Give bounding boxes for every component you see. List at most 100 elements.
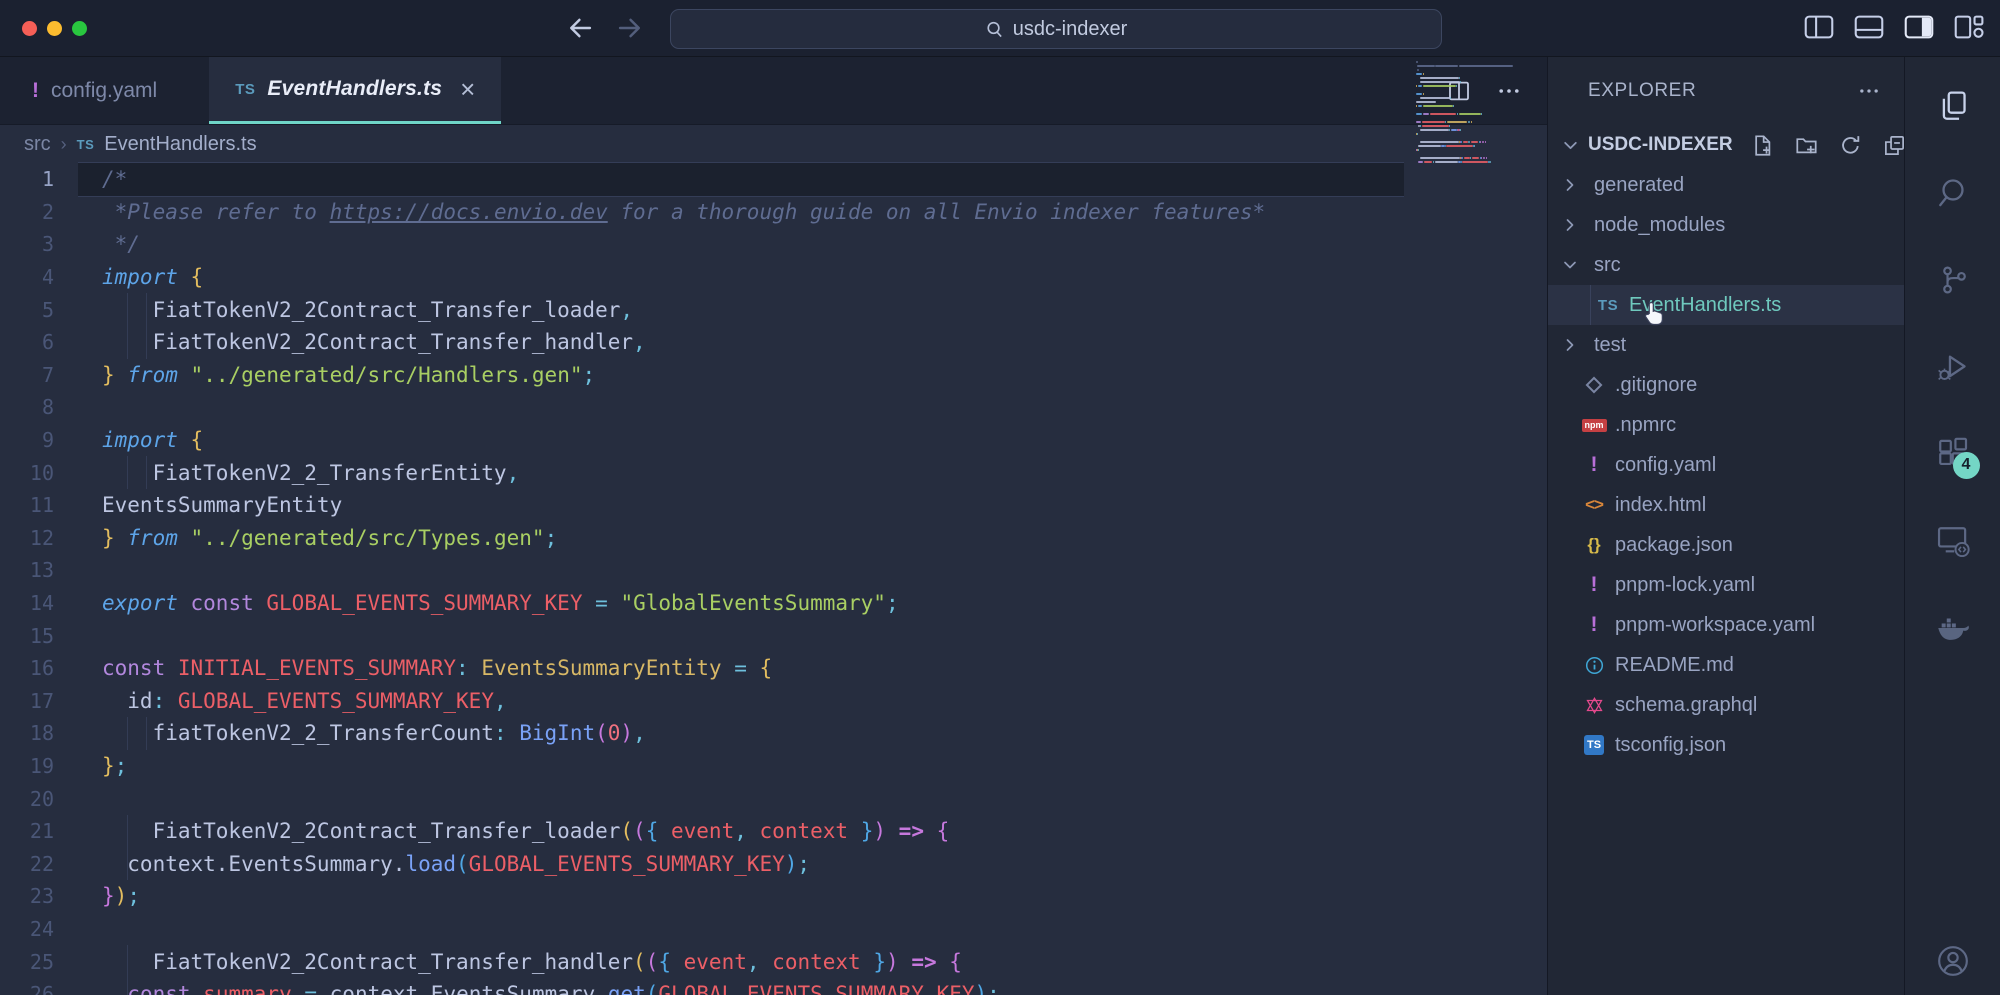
tree-item-src[interactable]: src [1548, 245, 1904, 285]
tree-item-schema.graphql[interactable]: schema.graphql [1548, 685, 1904, 725]
line-number[interactable]: 7 [0, 363, 78, 387]
line-text: FiatTokenV2_2Contract_Transfer_loader, [78, 293, 1404, 326]
search-icon [1936, 176, 1970, 210]
line-number[interactable]: 6 [0, 330, 78, 354]
code-line-3[interactable]: 3 */ [0, 228, 1547, 261]
tree-item-pnpm-workspace.yaml[interactable]: !pnpm-workspace.yaml [1548, 605, 1904, 645]
tree-item-.npmrc[interactable]: npm.npmrc [1548, 405, 1904, 445]
tree-item-pnpm-lock.yaml[interactable]: !pnpm-lock.yaml [1548, 565, 1904, 605]
line-number[interactable]: 1 [0, 167, 78, 191]
line-number[interactable]: 9 [0, 428, 78, 452]
new-file-button[interactable] [1751, 134, 1774, 157]
line-number[interactable]: 5 [0, 298, 78, 322]
code-line-13[interactable]: 13 [0, 554, 1547, 587]
activity-docker-button[interactable] [1905, 584, 2000, 671]
activity-search-button[interactable] [1905, 149, 2000, 236]
code-line-11[interactable]: 11EventsSummaryEntity [0, 489, 1547, 522]
activity-files-button[interactable] [1905, 62, 2000, 149]
code-line-23[interactable]: 23}); [0, 880, 1547, 913]
code-line-25[interactable]: 25 FiatTokenV2_2Contract_Transfer_handle… [0, 945, 1547, 978]
code-line-4[interactable]: 4import { [0, 261, 1547, 294]
code-line-19[interactable]: 19}; [0, 750, 1547, 783]
line-number[interactable]: 24 [0, 917, 78, 941]
toggle-panel-right-button[interactable] [1904, 14, 1934, 40]
line-number[interactable]: 14 [0, 591, 78, 615]
tree-item-index.html[interactable]: <>index.html [1548, 485, 1904, 525]
minimize-window-button[interactable] [47, 21, 62, 36]
line-number[interactable]: 18 [0, 721, 78, 745]
tree-item-config.yaml[interactable]: !config.yaml [1548, 445, 1904, 485]
code-line-18[interactable]: 18 fiatTokenV2_2_TransferCount: BigInt(0… [0, 717, 1547, 750]
line-number[interactable]: 2 [0, 200, 78, 224]
line-number[interactable]: 26 [0, 982, 78, 995]
line-number[interactable]: 15 [0, 624, 78, 648]
activity-run-debug-button[interactable] [1905, 323, 2000, 410]
activity-remote-explorer-button[interactable] [1905, 497, 2000, 584]
minimap[interactable] [1412, 59, 1522, 165]
code-line-5[interactable]: 5 FiatTokenV2_2Contract_Transfer_loader, [0, 293, 1547, 326]
line-number[interactable]: 25 [0, 950, 78, 974]
code-line-22[interactable]: 22 context.EventsSummary.load(GLOBAL_EVE… [0, 847, 1547, 880]
code-line-24[interactable]: 24 [0, 913, 1547, 946]
code-line-6[interactable]: 6 FiatTokenV2_2Contract_Transfer_handler… [0, 326, 1547, 359]
toggle-panel-bottom-button[interactable] [1854, 14, 1884, 40]
code-editor[interactable]: 1/*2 *Please refer to https://docs.envio… [0, 163, 1547, 995]
line-number[interactable]: 11 [0, 493, 78, 517]
tab-config.yaml[interactable]: !config.yaml [4, 57, 185, 124]
tree-item-tsconfig.json[interactable]: TStsconfig.json [1548, 725, 1904, 765]
code-line-14[interactable]: 14export const GLOBAL_EVENTS_SUMMARY_KEY… [0, 587, 1547, 620]
activity-extensions-button[interactable]: 4 [1905, 410, 2000, 497]
line-number[interactable]: 22 [0, 852, 78, 876]
activity-account-button[interactable] [1905, 917, 2000, 995]
breadcrumb-folder[interactable]: src [24, 133, 51, 156]
navigate-back-button[interactable] [566, 14, 594, 42]
refresh-button[interactable] [1839, 134, 1862, 157]
project-section-header[interactable]: USDC-INDEXER [1548, 125, 1904, 165]
tree-item-test[interactable]: test [1548, 325, 1904, 365]
code-line-7[interactable]: 7} from "../generated/src/Handlers.gen"; [0, 359, 1547, 392]
line-number[interactable]: 20 [0, 787, 78, 811]
line-number[interactable]: 13 [0, 558, 78, 582]
tree-item-node_modules[interactable]: node_modules [1548, 205, 1904, 245]
line-number[interactable]: 10 [0, 461, 78, 485]
activity-source-control-button[interactable] [1905, 236, 2000, 323]
code-line-20[interactable]: 20 [0, 782, 1547, 815]
tree-item-README.md[interactable]: README.md [1548, 645, 1904, 685]
breadcrumb-file[interactable]: EventHandlers.ts [104, 133, 256, 156]
code-line-12[interactable]: 12} from "../generated/src/Types.gen"; [0, 522, 1547, 555]
tree-item-.gitignore[interactable]: .gitignore [1548, 365, 1904, 405]
line-number[interactable]: 12 [0, 526, 78, 550]
explorer-more-actions-button[interactable] [1858, 80, 1880, 102]
code-line-9[interactable]: 9import { [0, 424, 1547, 457]
line-number[interactable]: 23 [0, 884, 78, 908]
code-line-2[interactable]: 2 *Please refer to https://docs.envio.de… [0, 196, 1547, 229]
line-number[interactable]: 19 [0, 754, 78, 778]
command-center-search[interactable]: usdc-indexer [670, 9, 1442, 49]
new-folder-button[interactable] [1795, 134, 1818, 157]
line-number[interactable]: 16 [0, 656, 78, 680]
line-number[interactable]: 17 [0, 689, 78, 713]
tree-item-generated[interactable]: generated [1548, 165, 1904, 205]
close-tab-icon[interactable]: × [460, 76, 475, 102]
code-line-17[interactable]: 17 id: GLOBAL_EVENTS_SUMMARY_KEY, [0, 685, 1547, 718]
code-line-1[interactable]: 1/* [0, 163, 1547, 196]
zoom-window-button[interactable] [72, 21, 87, 36]
code-line-26[interactable]: 26 const summary = context.EventsSummary… [0, 978, 1547, 995]
code-line-15[interactable]: 15 [0, 619, 1547, 652]
tree-item-package.json[interactable]: {}package.json [1548, 525, 1904, 565]
customize-layout-button[interactable] [1954, 14, 1984, 40]
line-number[interactable]: 3 [0, 232, 78, 256]
code-line-16[interactable]: 16const INITIAL_EVENTS_SUMMARY: EventsSu… [0, 652, 1547, 685]
close-window-button[interactable] [22, 21, 37, 36]
toggle-panel-left-button[interactable] [1804, 14, 1834, 40]
tree-item-EventHandlers.ts[interactable]: TSEventHandlers.ts [1548, 285, 1904, 325]
tab-EventHandlers.ts[interactable]: TSEventHandlers.ts× [209, 57, 501, 124]
line-number[interactable]: 21 [0, 819, 78, 843]
code-line-10[interactable]: 10 FiatTokenV2_2_TransferEntity, [0, 456, 1547, 489]
navigate-forward-button[interactable] [616, 14, 644, 42]
line-number[interactable]: 4 [0, 265, 78, 289]
line-number[interactable]: 8 [0, 395, 78, 419]
code-line-8[interactable]: 8 [0, 391, 1547, 424]
collapse-all-button[interactable] [1883, 134, 1906, 157]
code-line-21[interactable]: 21 FiatTokenV2_2Contract_Transfer_loader… [0, 815, 1547, 848]
